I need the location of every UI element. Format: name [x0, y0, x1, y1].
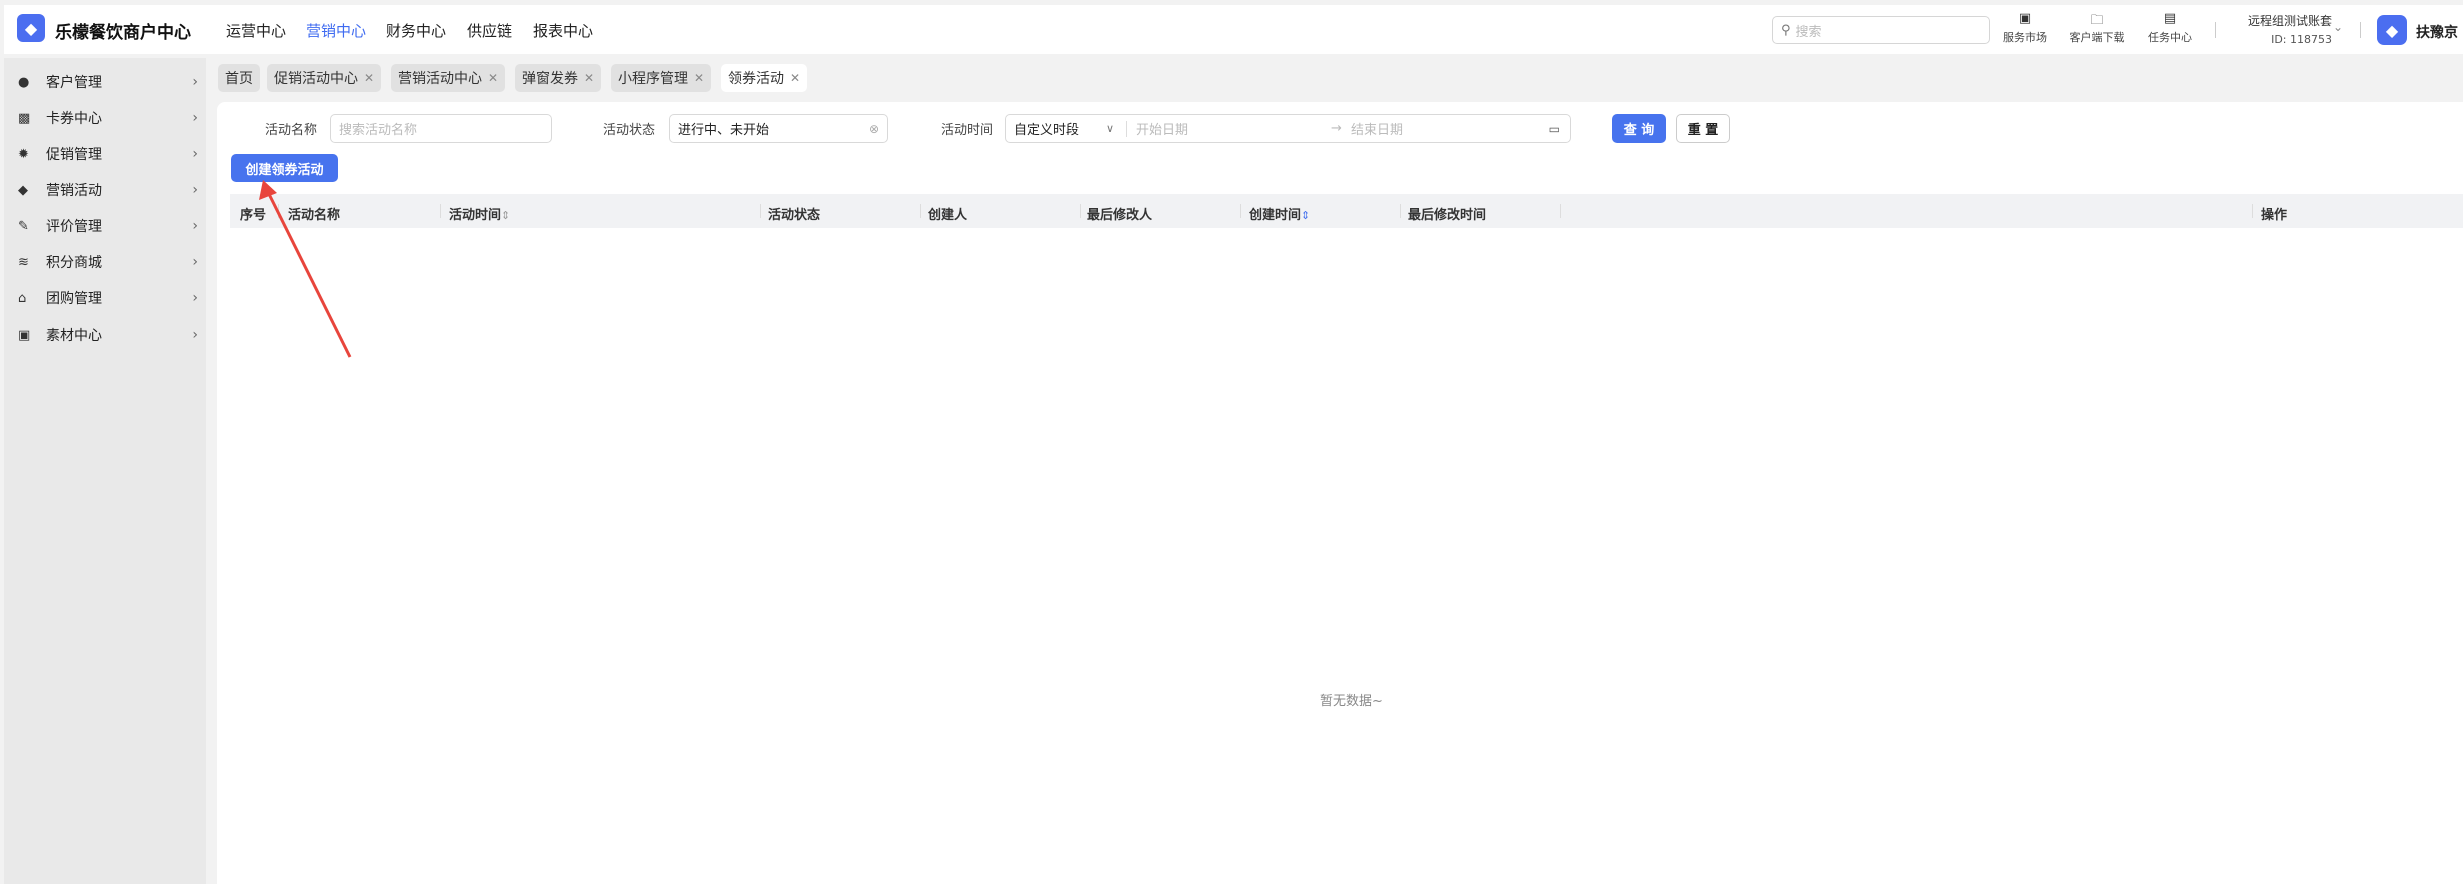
arrow-shaft [266, 191, 352, 358]
annotation-arrow [259, 180, 352, 358]
arrow-head [259, 180, 277, 200]
